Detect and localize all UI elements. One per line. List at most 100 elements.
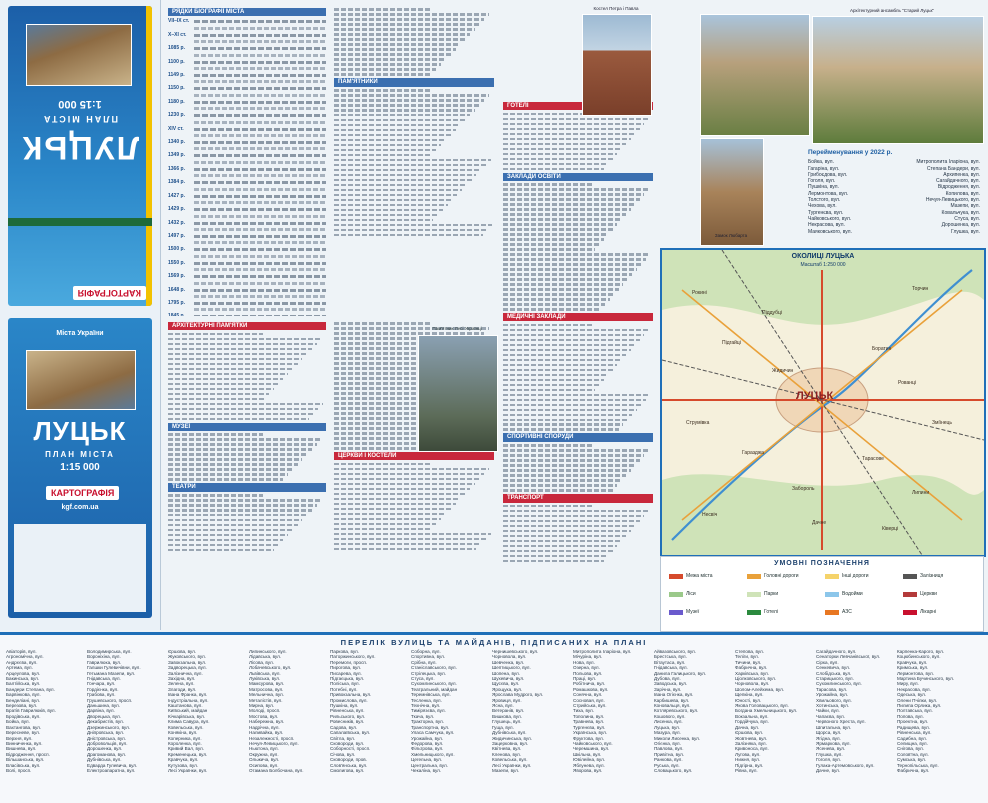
street-index-column: Чернишевського, вул. Чорновола, вул. Шевче… bbox=[492, 649, 568, 801]
legend-label: Залізниця bbox=[920, 573, 944, 579]
text-line bbox=[334, 188, 462, 192]
inset-place-label: Рокині bbox=[692, 290, 707, 296]
poi-list-theatres bbox=[168, 493, 326, 552]
history-year: 1795 р. bbox=[168, 299, 185, 306]
street-index-column: Сагайдачного, вул. Сенаторки Левчанівсько… bbox=[816, 649, 892, 801]
street-index-column: Паркова, вул. Паторжинського, вул. Перемог… bbox=[330, 649, 406, 801]
text-line bbox=[168, 498, 322, 502]
history-text-lines bbox=[194, 208, 326, 212]
history-text-lines bbox=[194, 141, 326, 145]
text-line bbox=[168, 402, 323, 406]
inset-place-label: Зміїнець bbox=[932, 420, 952, 426]
old-street-name: Маяковського, вул. bbox=[808, 228, 852, 235]
text-line bbox=[168, 513, 308, 517]
cover-scale: 1:15 000 bbox=[58, 98, 102, 110]
inset-place-label: Піддубці bbox=[762, 310, 782, 316]
map-legend: УМОВНІ ПОЗНАЧЕННЯ Межа міста Головні доро… bbox=[660, 556, 984, 632]
legend-item: Межа міста bbox=[669, 573, 713, 579]
inset-place-label: Струмівка bbox=[686, 420, 710, 426]
text-line bbox=[503, 368, 613, 372]
map-sheet: ЛУЦЬК ПЛАН МІСТА 1:15 000 КАРТОГРАФІЯ Мі… bbox=[0, 0, 988, 803]
inset-place-label: Липини bbox=[912, 490, 930, 496]
inset-place-label: Несвіч bbox=[702, 512, 718, 518]
history-year: 1149 р. bbox=[168, 72, 185, 79]
text-line bbox=[168, 337, 322, 341]
legend-swatch bbox=[747, 573, 761, 579]
text-line bbox=[503, 353, 626, 357]
text-line bbox=[168, 412, 314, 416]
text-line bbox=[334, 88, 430, 92]
history-year: 1648 р. bbox=[168, 286, 185, 293]
text-line bbox=[503, 268, 637, 271]
street-index-entry: Фабрична, вул. bbox=[897, 767, 930, 773]
history-text-lines bbox=[194, 241, 326, 245]
text-line bbox=[168, 417, 309, 421]
text-line bbox=[334, 512, 446, 516]
text-line bbox=[503, 348, 631, 352]
aerial-caption: Архітектурний ансамбль "Старий Луцьк" bbox=[849, 8, 935, 13]
street-index-entry: Чекаліна, вул. bbox=[411, 767, 442, 773]
history-text-lines bbox=[194, 174, 326, 178]
history-text-lines bbox=[194, 53, 326, 57]
text-line bbox=[503, 303, 605, 306]
text-line bbox=[334, 38, 466, 41]
heading-architecture: АРХІТЕКТУРНІ ПАМ'ЯТКИ bbox=[168, 322, 326, 331]
text-line bbox=[334, 537, 486, 541]
text-line bbox=[168, 367, 293, 371]
inset-place-label: Підгайці bbox=[722, 340, 741, 346]
text-line bbox=[503, 278, 628, 281]
text-line bbox=[503, 127, 640, 131]
text-line bbox=[334, 502, 456, 506]
text-line bbox=[503, 489, 613, 492]
history-heading: РЯДКИ БІОГРАФІЇ МІСТА bbox=[168, 8, 326, 17]
text-line bbox=[503, 288, 619, 291]
text-line bbox=[503, 253, 650, 256]
legend-label: АЗС bbox=[842, 609, 852, 615]
text-line bbox=[168, 433, 263, 436]
poi-list-education bbox=[503, 183, 653, 311]
text-line bbox=[503, 263, 641, 266]
cover-bottom-panel: Міста України ЛУЦЬК ПЛАН МІСТА 1:15 000 … bbox=[8, 318, 152, 618]
history-entry: 1432 р. bbox=[168, 220, 326, 226]
text-line bbox=[503, 328, 649, 332]
text-line bbox=[503, 464, 635, 467]
cover-scale-bottom: 1:15 000 bbox=[60, 462, 100, 473]
street-index-entry: Рівна, вул. bbox=[735, 767, 758, 773]
text-line bbox=[503, 132, 635, 136]
heading-museums: МУЗЕЇ bbox=[168, 422, 326, 431]
text-line bbox=[503, 167, 604, 171]
renamed-row: Маяковського, вул. Глушка, вул. bbox=[808, 229, 980, 235]
castle-photo bbox=[700, 138, 764, 246]
text-line bbox=[334, 193, 458, 197]
text-line bbox=[334, 487, 470, 491]
inset-place-label: Дачне bbox=[812, 520, 827, 526]
text-line bbox=[168, 548, 274, 552]
history-text-lines bbox=[194, 33, 326, 37]
text-line bbox=[168, 382, 279, 386]
history-year: 1845 р. bbox=[168, 313, 194, 316]
text-line bbox=[334, 198, 453, 202]
text-line bbox=[168, 443, 317, 446]
legend-swatch bbox=[825, 573, 839, 579]
text-line bbox=[503, 479, 622, 482]
legend-label: Водойми bbox=[842, 591, 863, 597]
text-line bbox=[334, 527, 432, 531]
history-text-lines bbox=[194, 248, 326, 252]
inset-map[interactable]: ОКОЛИЦІ ЛУЦЬКА Масштаб 1:250 000 ЛУЦЬК Р… bbox=[660, 248, 986, 557]
text-line bbox=[503, 243, 599, 246]
text-line bbox=[168, 448, 312, 451]
heading-transport: ТРАНСПОРТ bbox=[503, 494, 653, 503]
legend-label: Межа міста bbox=[686, 573, 713, 579]
street-index-column: Карпенка-Карого, вул. Коцюбинського, вул.… bbox=[897, 649, 973, 801]
text-line bbox=[334, 173, 477, 177]
history-year: 1366 р. bbox=[168, 165, 185, 172]
history-text-lines bbox=[194, 74, 326, 78]
history-year: 1500 р. bbox=[168, 246, 185, 253]
cover-castle-photo bbox=[26, 350, 136, 410]
history-year: 1569 р. bbox=[168, 273, 185, 280]
history-text-lines bbox=[194, 134, 326, 138]
street-index-entry: Отамана Болбочана, вул. bbox=[249, 767, 304, 773]
aerial-photo-2 bbox=[812, 16, 984, 144]
history-text-lines bbox=[194, 281, 326, 285]
text-line bbox=[503, 298, 610, 301]
